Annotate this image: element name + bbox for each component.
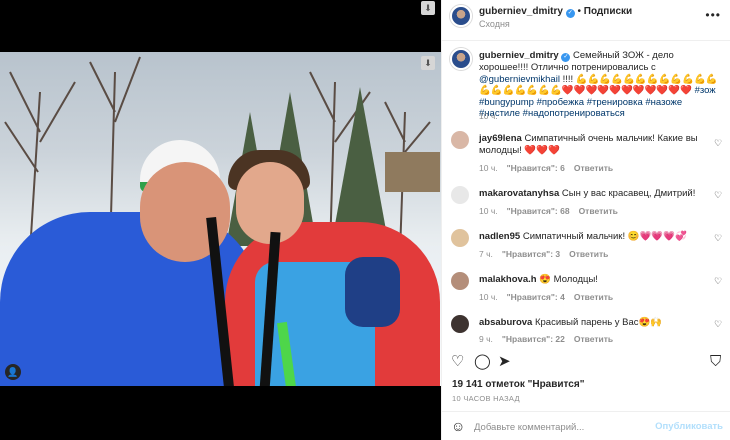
verified-icon: ✓ <box>565 9 575 18</box>
comment-text: jay69lena Симпатичный очень мальчик! Как… <box>479 133 709 156</box>
post-header: guberniev_dmitry ✓ • Подписки Сходня ••• <box>442 0 730 41</box>
reply-button[interactable]: Ответить <box>579 206 618 216</box>
bookmark-icon[interactable]: ⛉ <box>710 354 721 370</box>
heart-icon[interactable]: ♡ <box>714 234 723 243</box>
post-media-area: ⬇ ⬇ 👤 <box>0 0 441 440</box>
post-time: 10 ЧАСОВ НАЗАД <box>452 394 520 403</box>
user-tag-icon[interactable]: 👤 <box>5 364 21 380</box>
download-icon[interactable]: ⬇ <box>421 1 435 15</box>
heart-icon[interactable]: ♡ <box>714 320 723 329</box>
comment-body: Сын у вас красавец, Дмитрий! <box>561 188 696 199</box>
comment-username[interactable]: malakhova.h <box>479 274 537 285</box>
comment-body: Симпатичный мальчик! 😊💗💗💗💞 <box>522 231 687 242</box>
comment-username[interactable]: absaburova <box>479 317 532 328</box>
location-label[interactable]: Сходня <box>479 19 510 29</box>
comment-time: 10 ч. <box>479 292 498 302</box>
download-icon[interactable]: ⬇ <box>421 56 435 70</box>
comment-body: Красивый парень у Вас😍🙌 <box>534 317 663 328</box>
comment-likes[interactable]: "Нравится": 68 <box>507 206 570 216</box>
comment-text: makarovatanyhsa Сын у вас красавец, Дмит… <box>479 188 709 200</box>
comment-likes[interactable]: "Нравится": 22 <box>502 334 565 344</box>
comment-text: nadlen95 Симпатичный мальчик! 😊💗💗💗💞 <box>479 231 709 243</box>
follow-button[interactable]: Подписки <box>584 6 632 17</box>
comment-likes[interactable]: "Нравится": 4 <box>507 292 565 302</box>
heart-icon[interactable]: ♡ <box>714 191 723 200</box>
comment-meta: 9 ч. "Нравится": 22 Ответить <box>479 334 622 344</box>
avatar[interactable] <box>451 131 469 149</box>
emoji-icon[interactable]: ☺ <box>451 418 465 434</box>
mention-link[interactable]: @gubernievmikhail <box>479 74 560 85</box>
comment-item: malakhova.h 😍 Молодцы! 10 ч. "Нравится": … <box>442 270 730 312</box>
avatar[interactable] <box>451 272 469 290</box>
heart-icon[interactable]: ♡ <box>714 277 723 286</box>
likes-count[interactable]: 19 141 отметок "Нравится" <box>452 379 584 390</box>
avatar[interactable] <box>450 5 472 27</box>
avatar[interactable] <box>451 229 469 247</box>
comment-meta: 10 ч. "Нравится": 4 Ответить <box>479 292 622 302</box>
avatar[interactable] <box>451 315 469 333</box>
share-icon[interactable]: ➤ <box>498 354 511 370</box>
comment-time: 7 ч. <box>479 249 493 259</box>
avatar[interactable] <box>451 186 469 204</box>
verified-icon: ✓ <box>561 53 571 62</box>
comment-body: 😍 Молодцы! <box>539 274 598 285</box>
comment-time: 10 ч. <box>479 206 498 216</box>
heart-icon[interactable]: ♡ <box>451 354 464 370</box>
comment-icon[interactable]: ◯ <box>474 354 491 370</box>
comment-likes[interactable]: "Нравится": 3 <box>502 249 560 259</box>
avatar[interactable] <box>450 48 472 70</box>
comment-item: nadlen95 Симпатичный мальчик! 😊💗💗💗💞 7 ч.… <box>442 227 730 269</box>
thumbs-up-glove <box>345 257 400 327</box>
comment-time: 9 ч. <box>479 334 493 344</box>
comment-username[interactable]: jay69lena <box>479 133 522 144</box>
comment-item: absaburova Красивый парень у Вас😍🙌 9 ч. "… <box>442 313 730 345</box>
comment-time: 10 ч. <box>479 163 498 173</box>
reply-button[interactable]: Ответить <box>569 249 608 259</box>
comment-item: jay69lena Симпатичный очень мальчик! Как… <box>442 129 730 173</box>
heart-icon[interactable]: ♡ <box>714 139 723 148</box>
add-comment-bar: ☺ Опубликовать <box>442 411 730 440</box>
comment-meta: 10 ч. "Нравится": 68 Ответить <box>479 206 627 216</box>
comment-meta: 10 ч. "Нравится": 6 Ответить <box>479 163 622 173</box>
header-line: guberniev_dmitry ✓ • Подписки <box>479 6 632 18</box>
publish-button[interactable]: Опубликовать <box>655 421 723 432</box>
comment-text: absaburova Красивый парень у Вас😍🙌 <box>479 317 709 329</box>
caption-text: guberniev_dmitry ✓ Семейный ЗОЖ - дело х… <box>479 50 719 120</box>
comment-username[interactable]: nadlen95 <box>479 231 520 242</box>
comment-input[interactable] <box>474 419 654 435</box>
reply-button[interactable]: Ответить <box>574 163 613 173</box>
reply-button[interactable]: Ответить <box>574 334 613 344</box>
comment-username[interactable]: makarovatanyhsa <box>479 188 559 199</box>
comments-scroll[interactable]: guberniev_dmitry ✓ Семейный ЗОЖ - дело х… <box>442 41 730 345</box>
post-photo[interactable]: ⬇ <box>0 52 441 386</box>
caption-username[interactable]: guberniev_dmitry <box>479 50 559 61</box>
header-username[interactable]: guberniev_dmitry <box>479 6 563 17</box>
post-actions: ♡ ◯ ➤ ⛉ <box>442 350 730 376</box>
more-icon[interactable]: ••• <box>705 8 721 22</box>
caption-time: 10 ч. <box>479 111 498 121</box>
comment-text: malakhova.h 😍 Молодцы! <box>479 274 709 286</box>
comment-meta: 7 ч. "Нравится": 3 Ответить <box>479 249 617 259</box>
post-side-panel: guberniev_dmitry ✓ • Подписки Сходня •••… <box>441 0 730 440</box>
reply-button[interactable]: Ответить <box>574 292 613 302</box>
comment-item: makarovatanyhsa Сын у вас красавец, Дмит… <box>442 184 730 226</box>
comment-likes[interactable]: "Нравится": 6 <box>507 163 565 173</box>
